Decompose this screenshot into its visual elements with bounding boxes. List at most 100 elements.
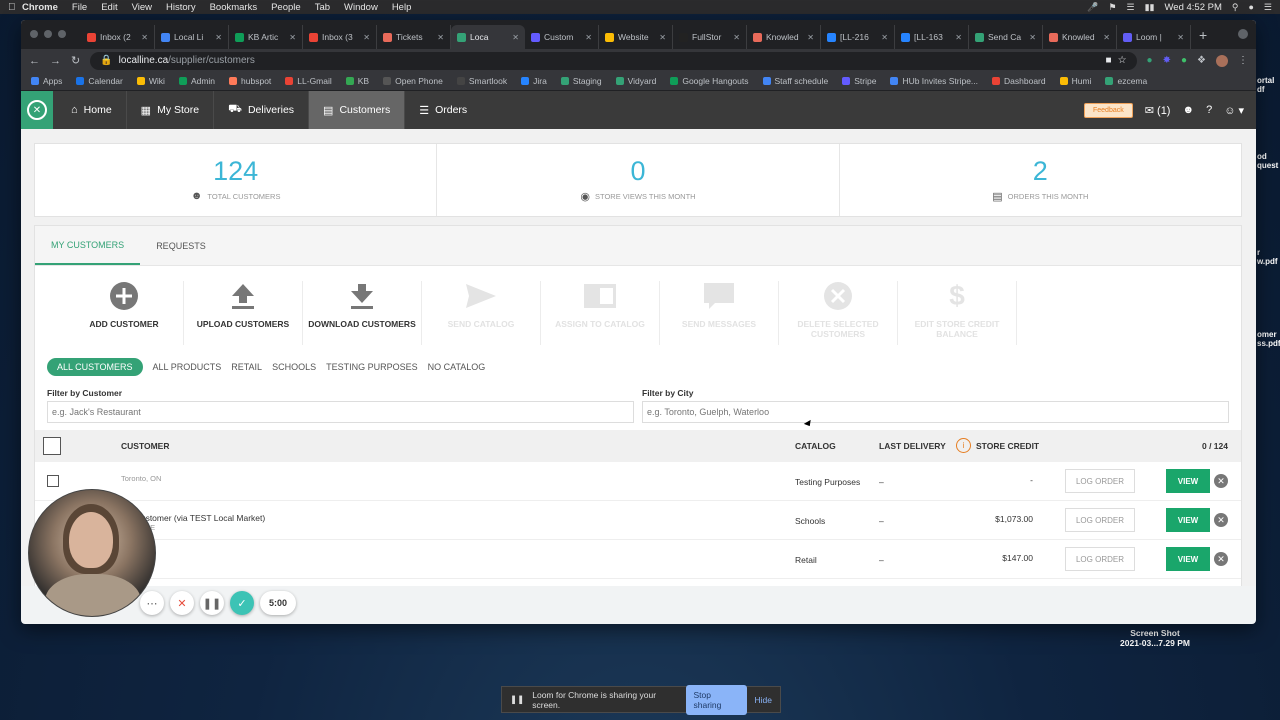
select-all-checkbox[interactable] (43, 437, 61, 455)
nav-my-store[interactable]: ▦ My Store (127, 91, 215, 129)
filter-tag-schools[interactable]: SCHOOLS (272, 358, 316, 376)
bookmark-item[interactable]: Staging (560, 76, 602, 86)
tab-close-icon[interactable]: ✕ (733, 33, 740, 42)
team-icon[interactable]: ☻ (1182, 104, 1194, 116)
filter-tag-all-customers[interactable]: ALL CUSTOMERS (47, 358, 143, 376)
desktop-screenshot-file[interactable]: Screen Shot 2021-03...7.29 PM (1110, 628, 1200, 648)
nav-orders[interactable]: ☰ Orders (405, 91, 481, 129)
menu-edit[interactable]: Edit (101, 2, 117, 13)
bookmark-item[interactable]: Smartlook (456, 76, 507, 86)
loom-cancel-icon[interactable]: ✕ (170, 591, 194, 615)
delete-selected-button[interactable]: DELETE SELECTED CUSTOMERS (779, 281, 898, 345)
browser-tab[interactable]: Knowled ✕ (1043, 25, 1117, 49)
customer-filter-input[interactable] (47, 401, 634, 423)
wifi-icon[interactable]: ☰ (1127, 2, 1135, 13)
edit-store-credit-button[interactable]: $ EDIT STORE CREDIT BALANCE (898, 280, 1017, 345)
bookmark-item[interactable]: HUb Invites Stripe... (890, 76, 978, 86)
feedback-button[interactable]: Feedback (1084, 102, 1133, 118)
tab-requests[interactable]: REQUESTS (140, 226, 222, 265)
menu-file[interactable]: File (72, 2, 87, 13)
tab-close-icon[interactable]: ✕ (512, 33, 519, 42)
control-center-icon[interactable]: ● (1248, 2, 1253, 12)
account-menu-icon[interactable]: ☺ ▾ (1224, 104, 1244, 117)
loom-more-icon[interactable]: ⋯ (140, 591, 164, 615)
menu-view[interactable]: View (132, 2, 152, 13)
col-customer[interactable]: CUSTOMER (121, 441, 170, 451)
loom-pause-icon[interactable]: ❚❚ (200, 591, 224, 615)
kebab-menu-icon[interactable]: ⋮ (1238, 55, 1248, 66)
menu-tab[interactable]: Tab (315, 2, 330, 13)
help-icon[interactable]: ? (1206, 104, 1212, 116)
minimize-window-button[interactable] (44, 30, 52, 38)
battery-icon[interactable]: ▮▮ (1145, 2, 1155, 13)
apple-icon[interactable]:  (8, 2, 22, 13)
flag-icon[interactable]: ⚑ (1108, 2, 1116, 13)
info-icon[interactable]: i (956, 438, 971, 453)
close-window-button[interactable] (30, 30, 38, 38)
tab-close-icon[interactable]: ✕ (955, 33, 962, 42)
camera-icon[interactable]: ■ (1106, 55, 1112, 66)
download-customers-button[interactable]: DOWNLOAD CUSTOMERS (303, 281, 422, 345)
send-catalog-button[interactable]: SEND CATALOG (422, 281, 541, 345)
bookmark-item[interactable]: Apps (31, 76, 62, 86)
desktop-file-label[interactable]: r w.pdf (1257, 248, 1278, 266)
filter-tag-testing-purposes[interactable]: TESTING PURPOSES (326, 358, 418, 376)
upload-customers-button[interactable]: UPLOAD CUSTOMERS (184, 281, 303, 345)
browser-tab[interactable]: Inbox (2 ✕ (81, 25, 155, 49)
bookmark-item[interactable]: KB (345, 76, 369, 86)
col-store-credit[interactable]: STORE CREDIT (976, 441, 1039, 451)
extension-icon[interactable]: ● (1147, 55, 1153, 66)
bookmark-item[interactable]: Wiki (136, 76, 165, 86)
desktop-file-label[interactable]: ortal df (1257, 76, 1274, 94)
table-row[interactable]: KitcheTesting Purposes–$400.25LOG ORDERV… (35, 579, 1241, 586)
tab-close-icon[interactable]: ✕ (585, 33, 592, 42)
extension-icon[interactable]: ● (1181, 55, 1187, 66)
log-order-button[interactable]: LOG ORDER (1065, 508, 1135, 532)
table-row[interactable]: ONRetail–$147.00LOG ORDERVIEW✕ (35, 540, 1241, 579)
maximize-window-button[interactable] (58, 30, 66, 38)
view-button[interactable]: VIEW (1166, 469, 1210, 493)
table-row[interactable]: Toronto, ON Testing Purposes – - LOG ORDER VI… (35, 462, 1241, 501)
address-bar[interactable]: 🔒 localline.ca/supplier/customers ■ ☆ (90, 51, 1137, 70)
browser-tab[interactable]: Loca ✕ (451, 25, 525, 49)
microphone-icon[interactable]: 🎤 (1087, 2, 1098, 13)
loom-extension-icon[interactable]: ✸ (1163, 55, 1171, 66)
stop-sharing-button[interactable]: Stop sharing (685, 684, 747, 715)
view-button[interactable]: VIEW (1166, 547, 1210, 571)
bookmark-item[interactable]: Dashboard (992, 76, 1046, 86)
browser-tab[interactable]: Loom | ✕ (1117, 25, 1191, 49)
bookmark-item[interactable]: Calendar (76, 76, 123, 86)
bookmark-item[interactable]: LL-Gmail (285, 76, 332, 86)
view-button[interactable]: VIEW (1166, 508, 1210, 532)
tab-close-icon[interactable]: ✕ (363, 33, 370, 42)
bookmark-item[interactable]: Vidyard (615, 76, 656, 86)
menu-people[interactable]: People (271, 2, 301, 13)
menu-window[interactable]: Window (344, 2, 378, 13)
log-order-button[interactable]: LOG ORDER (1065, 547, 1135, 571)
table-row[interactable]: est Customer (via TEST Local Market)etow… (35, 501, 1241, 540)
remove-customer-icon[interactable]: ✕ (1214, 474, 1228, 488)
notification-center-icon[interactable]: ☰ (1264, 2, 1272, 13)
tab-close-icon[interactable]: ✕ (215, 33, 222, 42)
menubar-clock[interactable]: Wed 4:52 PM (1165, 2, 1222, 13)
city-filter-input[interactable] (642, 401, 1229, 423)
menu-bookmarks[interactable]: Bookmarks (210, 2, 258, 13)
filter-tag-no-catalog[interactable]: NO CATALOG (428, 358, 486, 376)
browser-tab[interactable]: KB Artic ✕ (229, 25, 303, 49)
tab-close-icon[interactable]: ✕ (881, 33, 888, 42)
desktop-file-label[interactable]: od quest (1257, 152, 1278, 170)
bookmark-star-icon[interactable]: ☆ (1118, 55, 1127, 66)
remove-customer-icon[interactable]: ✕ (1214, 513, 1228, 527)
menu-help[interactable]: Help (392, 2, 412, 13)
browser-tab[interactable]: Send Ca ✕ (969, 25, 1043, 49)
desktop-file-label[interactable]: omer ss.pdf (1257, 330, 1280, 348)
bookmark-item[interactable]: Stripe (842, 76, 876, 86)
browser-tab[interactable]: [LL-163 ✕ (895, 25, 969, 49)
bookmark-item[interactable]: Jira (521, 76, 547, 86)
reload-icon[interactable]: ↻ (71, 54, 80, 67)
tab-close-icon[interactable]: ✕ (807, 33, 814, 42)
log-order-button[interactable]: LOG ORDER (1065, 469, 1135, 493)
bookmark-item[interactable]: Humi (1059, 76, 1091, 86)
profile-avatar[interactable] (1216, 54, 1228, 67)
tab-close-icon[interactable]: ✕ (141, 33, 148, 42)
